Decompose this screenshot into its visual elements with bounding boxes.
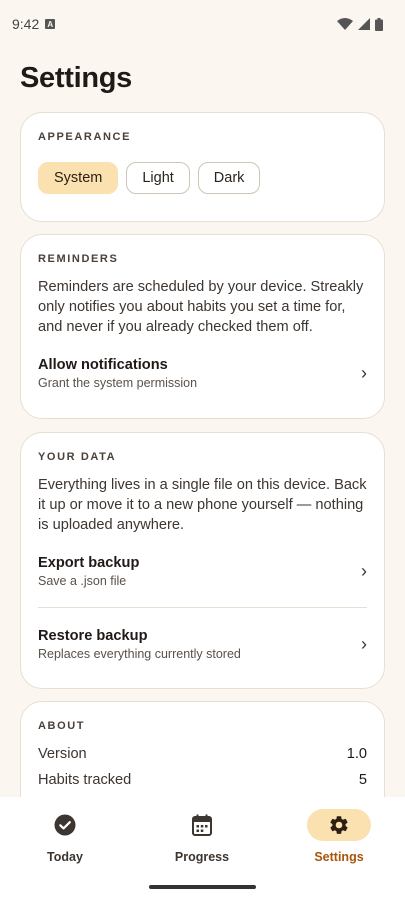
- wifi-icon: [337, 18, 353, 30]
- export-backup-row[interactable]: Export backup Save a .json file ›: [38, 535, 367, 607]
- chevron-right-icon: ›: [361, 560, 367, 581]
- allow-notifications-subtitle: Grant the system permission: [38, 375, 198, 390]
- export-backup-title: Export backup: [38, 554, 140, 571]
- restore-backup-title: Restore backup: [38, 627, 148, 644]
- home-indicator: [149, 885, 256, 889]
- your-data-heading: YOUR DATA: [38, 451, 117, 463]
- reminders-description: Reminders are scheduled by your device. …: [38, 279, 364, 335]
- restore-backup-text: Restore backup Replaces everything curre…: [38, 628, 241, 661]
- nav-progress[interactable]: Progress: [142, 809, 262, 864]
- status-bar: 9:42 A: [0, 0, 405, 48]
- nav-progress-label: Progress: [174, 850, 230, 864]
- habits-tracked-label: Habits tracked: [38, 772, 132, 788]
- page-title: Settings: [20, 62, 132, 94]
- nav-today-label: Today: [47, 850, 83, 864]
- nav-settings[interactable]: Settings: [279, 809, 399, 864]
- notification-a-icon: A: [45, 19, 56, 29]
- calendar-icon: [192, 814, 212, 836]
- gear-icon: [330, 816, 348, 834]
- status-left: 9:42 A: [12, 16, 56, 32]
- nav-today[interactable]: Today: [5, 809, 125, 864]
- allow-notifications-row[interactable]: Allow notifications Grant the system per…: [38, 337, 367, 409]
- nav-settings-label: Settings: [314, 850, 364, 864]
- version-row: Version 1.0: [38, 746, 367, 762]
- theme-light-button[interactable]: Light: [126, 162, 190, 194]
- theme-selector: System Light Dark: [38, 162, 367, 194]
- nav-progress-pill: [170, 809, 234, 841]
- export-backup-subtitle: Save a .json file: [38, 573, 127, 588]
- theme-dark-button[interactable]: Dark: [197, 162, 261, 194]
- your-data-card: YOUR DATA Everything lives in a single f…: [20, 432, 385, 689]
- version-label: Version: [38, 746, 87, 762]
- appearance-heading: APPEARANCE: [38, 131, 132, 143]
- reminders-heading: REMINDERS: [38, 253, 119, 265]
- appearance-card: APPEARANCE System Light Dark: [20, 112, 385, 222]
- restore-backup-subtitle: Replaces everything currently stored: [38, 646, 241, 661]
- status-time: 9:42: [12, 16, 40, 32]
- reminders-card: REMINDERS Reminders are scheduled by you…: [20, 234, 385, 419]
- chevron-right-icon: ›: [361, 633, 367, 654]
- chevron-right-icon: ›: [361, 362, 367, 383]
- check-circle-icon: [54, 814, 76, 836]
- nav-today-pill: [33, 809, 97, 841]
- status-right: [337, 17, 383, 31]
- allow-notifications-text: Allow notifications Grant the system per…: [38, 357, 197, 390]
- export-backup-text: Export backup Save a .json file: [38, 555, 139, 588]
- restore-backup-row[interactable]: Restore backup Replaces everything curre…: [38, 608, 367, 680]
- habits-tracked-value: 5: [358, 772, 367, 788]
- theme-system-button[interactable]: System: [38, 162, 119, 194]
- habits-tracked-row: Habits tracked 5: [38, 772, 367, 788]
- version-value: 1.0: [346, 746, 367, 762]
- nav-settings-pill: [307, 809, 371, 841]
- battery-icon: [375, 17, 383, 31]
- about-heading: ABOUT: [38, 720, 86, 732]
- cellular-icon: [358, 18, 370, 30]
- your-data-description: Everything lives in a single file on thi…: [38, 477, 367, 533]
- allow-notifications-title: Allow notifications: [38, 356, 168, 373]
